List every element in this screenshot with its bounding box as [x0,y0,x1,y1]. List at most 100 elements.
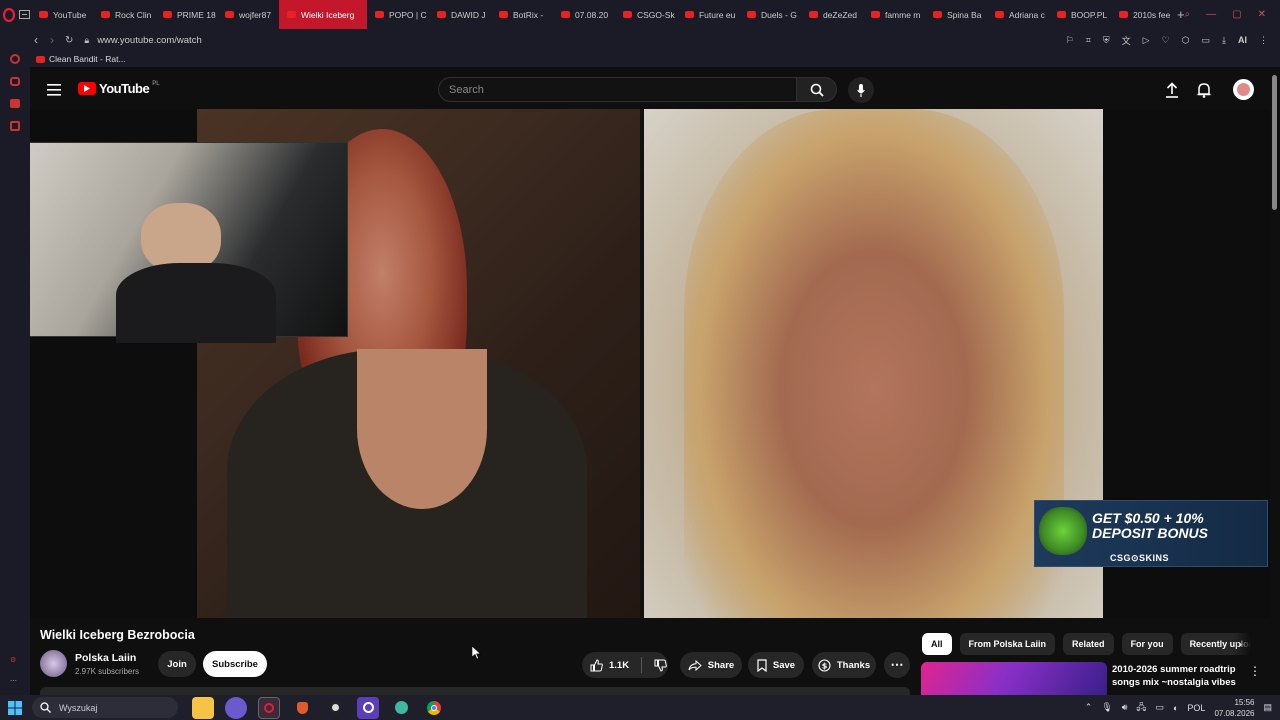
reload-icon[interactable]: ↻ [65,35,73,46]
browser-tab[interactable]: Future eu [677,0,739,29]
translate-icon[interactable]: 文 [1122,34,1131,47]
join-button[interactable]: Join [158,651,196,677]
play-icon[interactable]: ▷ [1143,35,1150,46]
heart-icon[interactable]: ♡ [1162,35,1170,46]
chrome-icon[interactable] [423,697,445,719]
browser-tab[interactable]: POPO | C [367,0,429,29]
tab-menu-icon[interactable] [18,10,31,19]
chip-all[interactable]: All [922,633,952,655]
whatsapp-icon[interactable] [10,99,20,108]
app-avatar-icon[interactable] [225,696,247,719]
bookmark-icon[interactable]: ⚐ [1066,35,1074,46]
page-scrollbar[interactable] [1272,75,1277,210]
url-field[interactable]: www.youtube.com/watch [97,35,202,46]
browser-tab[interactable]: PRIME 18 [155,0,217,29]
browser-tab[interactable]: Duels - G [739,0,801,29]
instagram-icon[interactable] [10,121,20,131]
download-icon[interactable]: ⤓ [1222,35,1226,46]
battery-icon[interactable]: ▭ [1155,702,1164,713]
windows-start-icon[interactable] [0,700,30,715]
browser-tab[interactable]: BotRix - [491,0,553,29]
search-tabs-icon[interactable]: ⌕ [1185,9,1191,20]
search-input[interactable]: Search [438,77,797,102]
description-box[interactable] [40,687,910,695]
dislike-button[interactable] [654,659,667,672]
snapshot-icon[interactable]: ⌗ [1086,35,1091,46]
wallet-icon[interactable]: ▭ [1202,35,1211,46]
browser-tab[interactable]: YouTube [31,0,93,29]
browser-tab[interactable]: DAWID J [429,0,491,29]
thumbs-down-icon [654,659,667,672]
tab-active[interactable]: Wielki Iceberg [278,0,367,29]
voice-search-button[interactable] [848,77,874,103]
share-button[interactable]: Share [680,652,742,678]
browser-sidebar: ⚙ ⋯ [0,29,30,695]
mouse-cursor-icon [471,645,482,665]
close-icon[interactable]: ✕ [1258,9,1266,20]
recommended-more-icon[interactable]: ⋮ [1249,664,1261,678]
browser-tab[interactable]: 07.08.20 [553,0,615,29]
brave-shield-icon[interactable] [291,697,313,719]
sidebar-more-icon[interactable]: ⋯ [10,677,17,685]
channel-name[interactable]: Polska Laiin [75,652,136,664]
taskbar-search-box[interactable]: Wyszukaj [32,697,178,718]
language-indicator[interactable]: POL [1187,703,1205,713]
sidebar-settings-icon[interactable]: ⚙ [10,656,16,664]
volume-icon[interactable]: 🔊︎ [1122,702,1128,713]
browser-tab[interactable]: wojfer87 [217,0,279,29]
save-button[interactable]: Save [748,652,804,678]
chips-next-chevron-icon[interactable]: › [1238,637,1242,651]
notification-center-icon[interactable]: ▤ [1263,702,1272,713]
defender-icon[interactable]: ◐ [1173,703,1178,713]
microphone-tray-icon[interactable]: 🎙︎ [1101,702,1112,713]
notifications-bell-icon[interactable] [1197,82,1211,103]
csgo-skins-ad-banner[interactable]: GET $0.50 + 10% DEPOSIT BONUS CSG⊙SKINS [1034,500,1268,567]
file-explorer-icon[interactable] [192,696,214,719]
channel-avatar[interactable] [40,650,67,677]
like-button[interactable]: 1.1K [590,658,629,672]
ai-button[interactable]: AI [1238,35,1247,45]
browser-tab[interactable]: CSGO-Sk [615,0,677,29]
tab-favicon-icon [224,11,234,18]
browser-tab[interactable]: 2010s fee [1111,0,1173,29]
maximize-icon[interactable]: ▢ [1232,9,1241,20]
bookmark-item[interactable]: Clean Bandit - Rat... [49,54,126,64]
hamburger-menu-icon[interactable] [47,83,61,101]
new-tab-plus-icon[interactable]: + [1177,7,1185,22]
search-button[interactable] [796,77,837,102]
browser-tab[interactable]: Rock Clin [93,0,155,29]
forward-arrow-icon[interactable]: › [50,33,54,47]
more-menu-icon[interactable]: ⋮ [1259,35,1268,46]
minimize-icon[interactable]: — [1206,9,1216,20]
recommended-thumbnail[interactable] [921,662,1107,695]
chip-from-channel[interactable]: From Polska Laiin [959,633,1056,655]
opera-logo-icon[interactable] [0,7,18,22]
browser-tab[interactable]: Adriana c [987,0,1049,29]
account-avatar[interactable] [1233,79,1254,100]
youtube-logo[interactable]: YouTube PL [78,81,160,96]
tab-favicon-icon [1118,11,1128,18]
opera-icon[interactable] [357,696,379,719]
clock[interactable]: 15:56 07.08.2026 [1214,697,1254,719]
browser-tab[interactable]: famme m [863,0,925,29]
network-icon[interactable]: 🖧︎ [1136,700,1146,716]
messenger-icon[interactable] [10,77,20,86]
shield-icon[interactable]: ⛨ [1103,35,1110,46]
more-actions-button[interactable]: ⋯ [884,652,910,678]
opera-gx-icon[interactable] [258,696,280,719]
browser-tab[interactable]: BOOP.PL [1049,0,1111,29]
tray-chevron-icon[interactable]: ⌃ [1085,702,1093,713]
obs-icon[interactable] [324,697,346,719]
subscribe-button[interactable]: Subscribe [203,651,267,677]
chip-related[interactable]: Related [1063,633,1114,655]
globe-app-icon[interactable] [390,697,412,719]
video-player[interactable]: GET $0.50 + 10% DEPOSIT BONUS CSG⊙SKINS [30,109,1270,618]
extensions-icon[interactable]: ⬡ [1182,35,1190,46]
browser-tab[interactable]: deZeZed [801,0,863,29]
browser-tab[interactable]: Spina Ba [925,0,987,29]
chip-for-you[interactable]: For you [1121,633,1173,655]
thanks-button[interactable]: $ Thanks [812,652,876,678]
upload-icon[interactable] [1165,82,1179,103]
opera-sidebar-icon[interactable] [10,54,20,64]
back-arrow-icon[interactable]: ‹ [34,33,38,47]
